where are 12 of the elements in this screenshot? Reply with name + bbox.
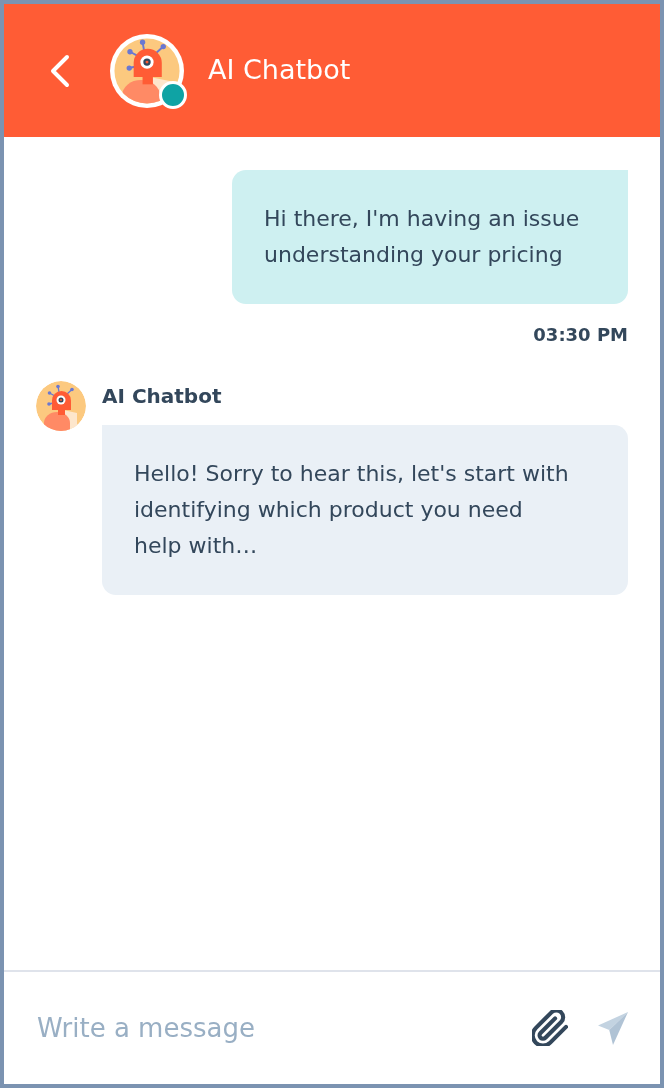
chat-title: AI Chatbot (208, 54, 351, 87)
attach-button[interactable] (532, 1010, 568, 1046)
message-bubble: Hello! Sorry to hear this, let's start with identifying which product you need help with… (102, 425, 628, 595)
sender-name: AI Chatbot (102, 384, 222, 408)
paperclip-icon (532, 1010, 568, 1046)
send-icon (598, 1011, 628, 1045)
message-input[interactable]: Write a message (37, 1010, 502, 1046)
back-button[interactable] (50, 53, 70, 88)
message-time: 03:30 PM (533, 324, 628, 346)
message-bubble: Hi there, I'm having an issue understanding your pricing (232, 170, 628, 304)
robot-avatar-icon (36, 381, 86, 431)
chevron-left-icon (50, 53, 70, 88)
